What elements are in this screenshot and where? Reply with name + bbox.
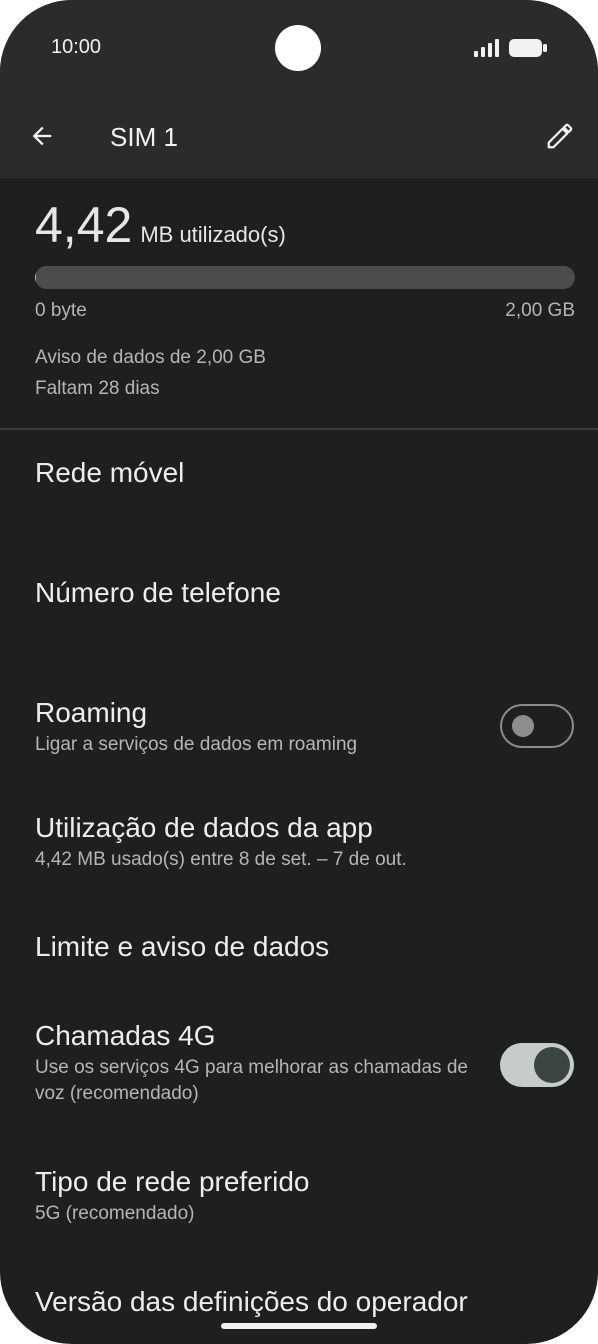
usage-unit: MB utilizado(s) <box>140 222 286 247</box>
pref-title: Rede móvel <box>35 457 185 488</box>
pref-title: Chamadas 4G <box>35 1020 216 1051</box>
pref-summary: Use os serviços 4G para melhorar as cham… <box>35 1057 468 1104</box>
pref-title: Utilização de dados da app <box>35 812 373 843</box>
usage-amount: 4,42 <box>35 197 133 253</box>
pref-title: Versão das definições do operador <box>35 1286 468 1317</box>
range-max-label: 2,00 GB <box>505 300 575 321</box>
back-button[interactable] <box>24 120 60 156</box>
page-title: SIM 1 <box>110 122 178 152</box>
pref-summary: Ligar a serviços de dados em roaming <box>35 734 358 755</box>
pref-4g-calling[interactable]: Chamadas 4G Use os serviços 4G para melh… <box>35 1019 475 1107</box>
pref-mobile-network[interactable]: Rede móvel <box>35 456 575 490</box>
status-bar: 10:00 <box>0 0 598 100</box>
pref-carrier-settings-version[interactable]: Versão das definições do operador <box>35 1285 575 1319</box>
pref-roaming[interactable]: Roaming Ligar a serviços de dados em roa… <box>35 696 575 758</box>
camera-cutout <box>275 25 321 71</box>
pref-title: Limite e aviso de dados <box>35 931 330 962</box>
pref-data-limit-warning[interactable]: Limite e aviso de dados <box>35 930 575 964</box>
home-indicator[interactable] <box>221 1323 377 1329</box>
app-bar: SIM 1 <box>0 100 598 178</box>
signal-icon <box>474 39 500 62</box>
4g-calling-toggle[interactable] <box>500 1043 574 1087</box>
pref-title: Tipo de rede preferido <box>35 1166 310 1197</box>
pref-summary: 5G (recomendado) <box>35 1203 195 1224</box>
pref-phone-number[interactable]: Número de telefone <box>35 576 575 610</box>
range-min-label: 0 byte <box>35 300 87 321</box>
pref-preferred-network-type[interactable]: Tipo de rede preferido 5G (recomendado) <box>35 1165 575 1227</box>
data-warning-text: Aviso de dados de 2,00 GB <box>35 347 266 368</box>
days-left-text: Faltam 28 dias <box>35 378 160 399</box>
roaming-toggle[interactable] <box>500 704 574 748</box>
toggle-knob <box>534 1047 570 1083</box>
usage-progress-fill <box>35 266 37 289</box>
toggle-knob <box>512 715 534 737</box>
data-usage-summary: 4,42 MB utilizado(s) <box>35 195 575 255</box>
phone-screen: 10:00 SIM 1 4,42 MB utilizado(s) 0 byte … <box>0 0 598 1344</box>
battery-icon <box>508 38 548 63</box>
pref-summary: 4,42 MB usado(s) entre 8 de set. – 7 de … <box>35 849 407 870</box>
pencil-icon <box>545 121 575 156</box>
status-icons <box>474 38 548 63</box>
pref-app-data-usage[interactable]: Utilização de dados da app 4,42 MB usado… <box>35 811 575 873</box>
edit-button[interactable] <box>542 120 578 156</box>
pref-title: Roaming <box>35 697 148 728</box>
status-time: 10:00 <box>51 36 102 58</box>
usage-progress-bar <box>35 266 575 289</box>
arrow-back-icon <box>28 122 56 155</box>
divider <box>0 428 598 430</box>
pref-title: Número de telefone <box>35 577 281 608</box>
